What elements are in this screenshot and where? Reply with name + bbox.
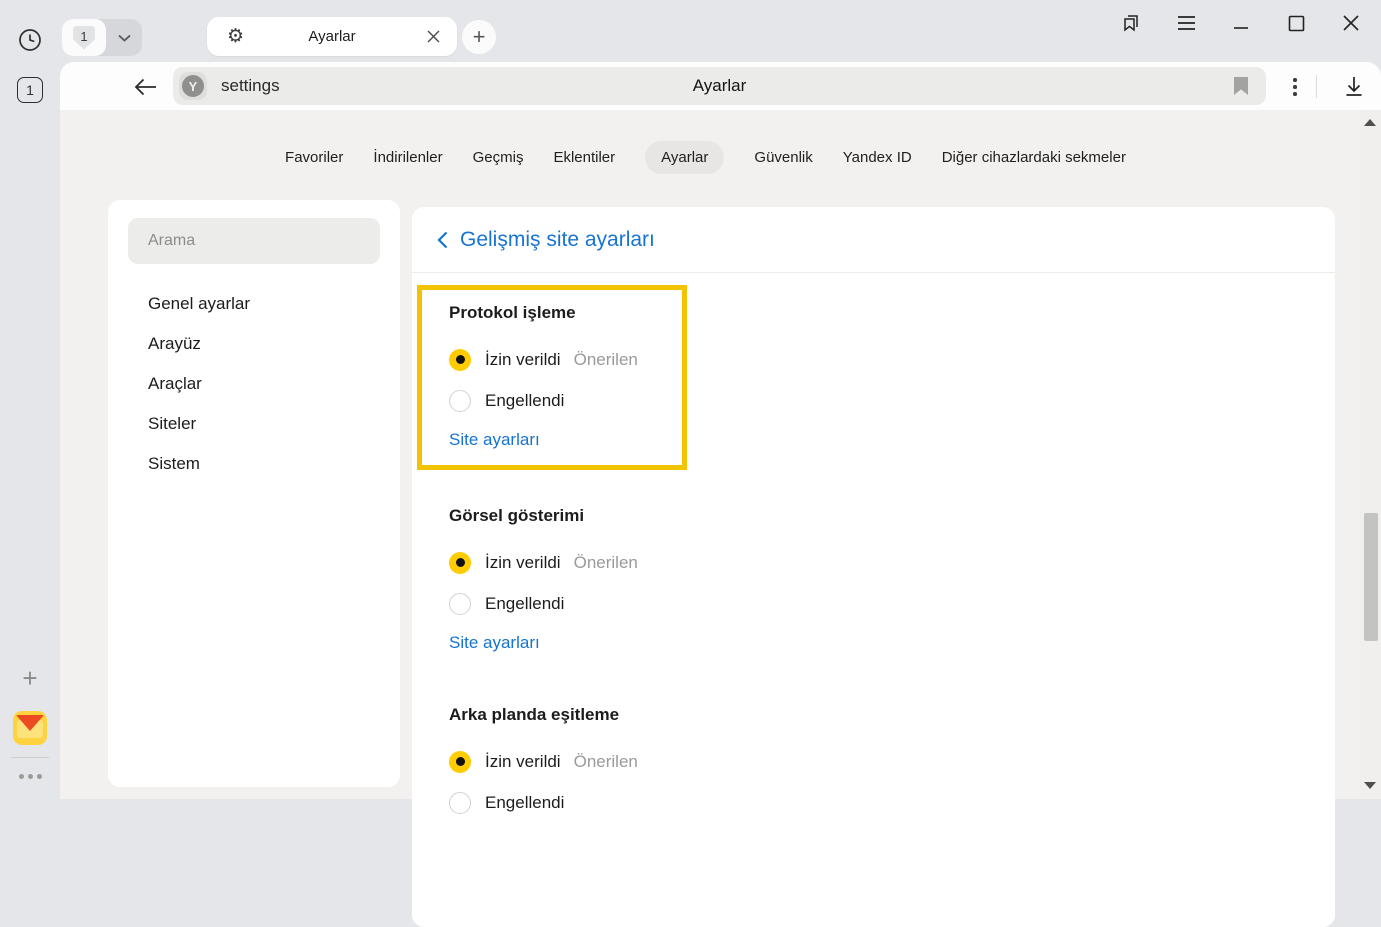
address-bar[interactable]: Y settings Ayarlar <box>173 67 1266 105</box>
scrollbar-down-arrow[interactable] <box>1363 782 1377 792</box>
nav-tab-favoriler[interactable]: Favoriler <box>285 149 343 166</box>
new-tab-button[interactable]: + <box>462 20 496 54</box>
settings-search[interactable] <box>128 218 380 264</box>
sidebar-item-arayuz[interactable]: Arayüz <box>108 324 400 364</box>
recommended-badge: Önerilen <box>574 553 638 573</box>
section-gorsel-gosterimi: Görsel gösterimi İzin verildi Önerilen E… <box>449 506 1335 653</box>
menu-icon[interactable] <box>1173 10 1199 36</box>
radio-option-allowed[interactable]: İzin verildi Önerilen <box>449 542 1335 583</box>
toolbar-more-icon[interactable] <box>1284 74 1306 100</box>
settings-main-panel: Gelişmiş site ayarları Protokol işleme İ… <box>412 207 1335 927</box>
section-title: Görsel gösterimi <box>449 506 1335 526</box>
scrollbar-up-arrow[interactable] <box>1363 119 1377 129</box>
nav-tab-guvenlik[interactable]: Güvenlik <box>754 149 812 166</box>
section-protokol-isleme: Protokol işleme İzin verildi Önerilen En… <box>449 303 682 450</box>
site-settings-link[interactable]: Site ayarları <box>449 430 540 450</box>
download-icon[interactable] <box>1341 73 1367 101</box>
search-input[interactable] <box>128 232 380 250</box>
recommended-badge: Önerilen <box>574 752 638 772</box>
nav-tab-gecmis[interactable]: Geçmiş <box>473 149 524 166</box>
radio-option-allowed[interactable]: İzin verildi Önerilen <box>449 339 682 380</box>
chevron-left-icon <box>437 231 448 249</box>
radio-unselected-icon[interactable] <box>449 792 471 814</box>
section-title: Arka planda eşitleme <box>449 705 1335 725</box>
tutorial-highlight-box: Protokol işleme İzin verildi Önerilen En… <box>417 285 687 470</box>
page-scrollbar[interactable] <box>1360 110 1381 799</box>
nav-tab-diger-cihazlar[interactable]: Diğer cihazlardaki sekmeler <box>942 149 1126 166</box>
left-rail: 1 + <box>0 0 60 799</box>
back-button[interactable] <box>133 74 159 100</box>
close-window-button[interactable] <box>1338 10 1364 36</box>
radio-selected-icon[interactable] <box>449 552 471 574</box>
history-icon[interactable] <box>0 26 60 54</box>
radio-option-blocked[interactable]: Engellendi <box>449 782 1335 823</box>
rail-more-button[interactable] <box>0 766 60 786</box>
section-arka-planda-esitleme: Arka planda eşitleme İzin verildi Öneril… <box>449 705 1335 823</box>
tab-count-button[interactable]: 1 <box>0 76 60 104</box>
tab-group-dropdown[interactable] <box>106 19 142 56</box>
nav-tab-ayarlar[interactable]: Ayarlar <box>645 141 724 174</box>
settings-nav-tabs: Favoriler İndirilenler Geçmiş Eklentiler… <box>60 138 1351 176</box>
tab-count-value: 1 <box>17 77 43 103</box>
settings-sidebar: Genel ayarlar Arayüz Araçlar Siteler Sis… <box>108 200 400 787</box>
nav-tab-indirilenler[interactable]: İndirilenler <box>373 149 442 166</box>
bookmarks-panel-icon[interactable] <box>1118 10 1144 36</box>
radio-selected-icon[interactable] <box>449 349 471 371</box>
page-title: Gelişmiş site ayarları <box>460 228 655 252</box>
recommended-badge: Önerilen <box>574 350 638 370</box>
sidebar-item-siteler[interactable]: Siteler <box>108 404 400 444</box>
tab-close-icon[interactable] <box>423 27 443 47</box>
chevron-down-icon <box>118 34 131 42</box>
bookmark-flag-icon[interactable] <box>1234 77 1248 95</box>
radio-unselected-icon[interactable] <box>449 593 471 615</box>
rail-add-button[interactable]: + <box>0 664 60 692</box>
nav-tab-eklentiler[interactable]: Eklentiler <box>553 149 615 166</box>
radio-option-allowed[interactable]: İzin verildi Önerilen <box>449 741 1335 782</box>
tab-group-control[interactable]: 1 <box>62 19 142 56</box>
radio-option-blocked[interactable]: Engellendi <box>449 583 1335 624</box>
settings-sidebar-list: Genel ayarlar Arayüz Araçlar Siteler Sis… <box>108 284 400 484</box>
radio-unselected-icon[interactable] <box>449 390 471 412</box>
section-title: Protokol işleme <box>449 303 682 323</box>
settings-page: Favoriler İndirilenler Geçmiş Eklentiler… <box>60 110 1381 799</box>
sidebar-item-sistem[interactable]: Sistem <box>108 444 400 484</box>
radio-selected-icon[interactable] <box>449 751 471 773</box>
address-page-title: Ayarlar <box>173 76 1266 96</box>
sidebar-item-genel-ayarlar[interactable]: Genel ayarlar <box>108 284 400 324</box>
rail-divider <box>11 757 49 758</box>
browser-toolbar: Y settings Ayarlar <box>60 62 1381 110</box>
tab-title: Ayarlar <box>207 28 457 45</box>
sidebar-item-araclar[interactable]: Araçlar <box>108 364 400 404</box>
minimize-button[interactable] <box>1228 10 1254 36</box>
tab-strip: 1 ⚙ Ayarlar + <box>60 0 1381 58</box>
toolbar-separator <box>1316 75 1317 98</box>
radio-option-blocked[interactable]: Engellendi <box>449 380 682 421</box>
scrollbar-thumb[interactable] <box>1364 513 1378 641</box>
yandex-mail-icon[interactable] <box>0 710 60 746</box>
nav-tab-yandex-id[interactable]: Yandex ID <box>843 149 912 166</box>
back-to-sites-link[interactable]: Gelişmiş site ayarları <box>412 207 1335 273</box>
tab-group-count-badge: 1 <box>73 26 95 50</box>
browser-tab-ayarlar[interactable]: ⚙ Ayarlar <box>207 17 457 56</box>
site-settings-link[interactable]: Site ayarları <box>449 633 540 653</box>
maximize-button[interactable] <box>1283 10 1309 36</box>
